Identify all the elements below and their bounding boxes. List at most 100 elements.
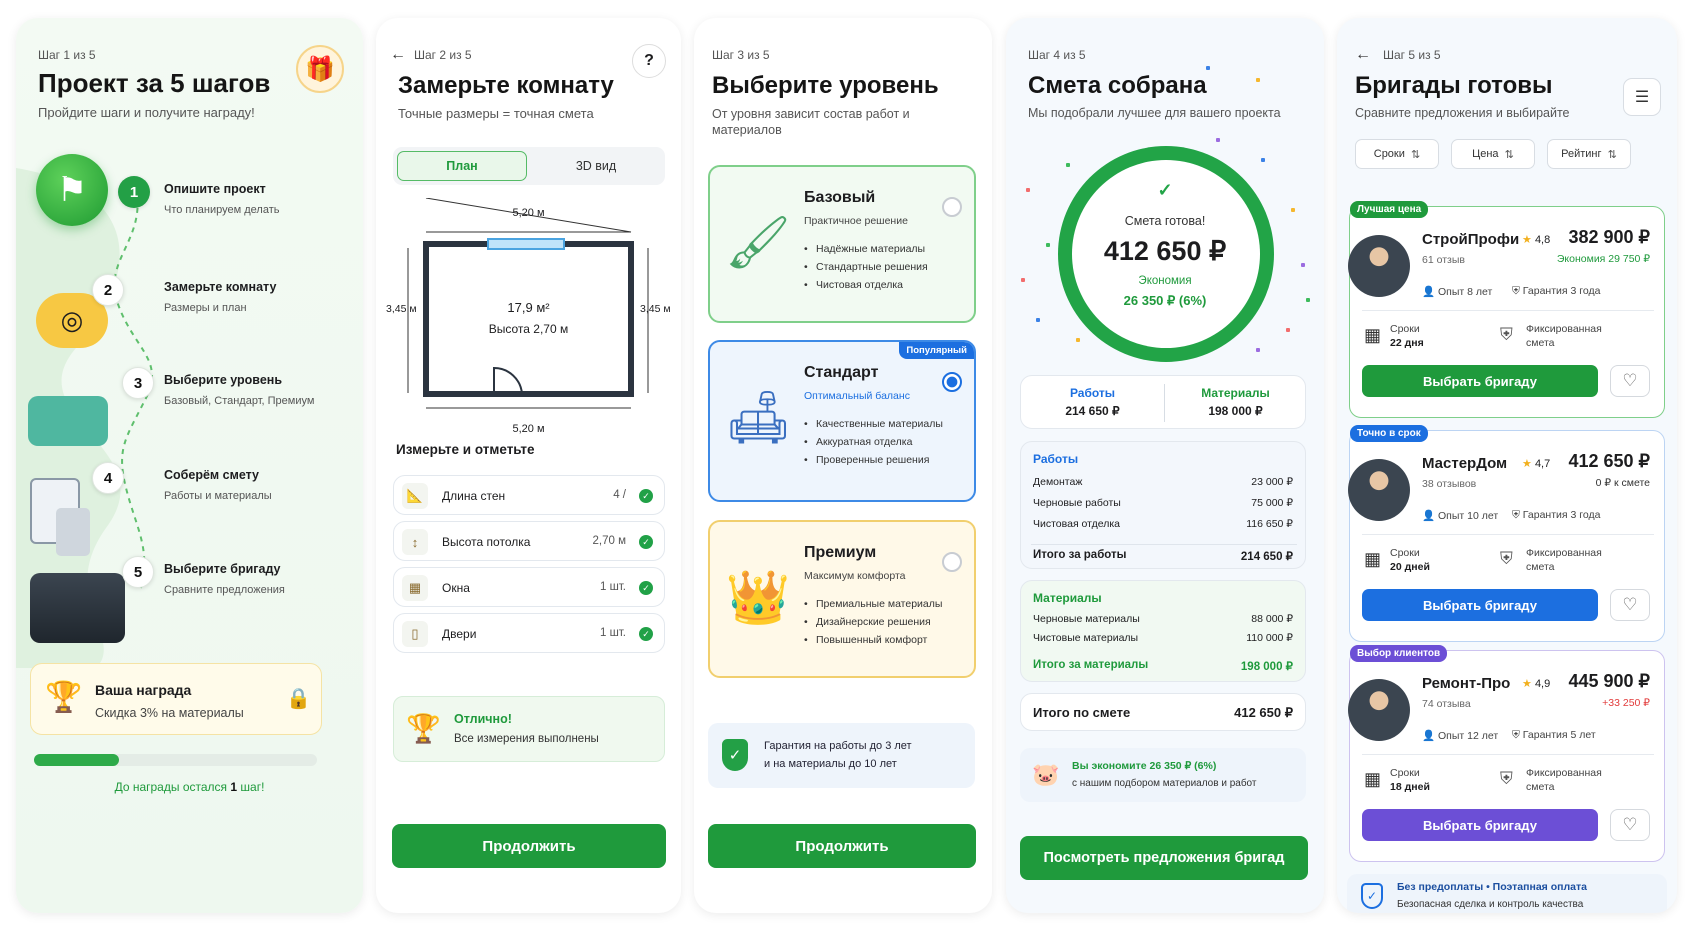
team-avatar bbox=[1348, 235, 1410, 297]
success-card: 🏆 Отлично! Все измерения выполнены bbox=[393, 696, 665, 762]
page-title: Проект за 5 шагов bbox=[38, 68, 271, 98]
tab-3d[interactable]: 3D вид bbox=[531, 151, 661, 181]
level-radio[interactable] bbox=[942, 197, 962, 217]
measure-item[interactable]: ▯ Двери 1 шт. ✓ bbox=[393, 613, 665, 653]
back-arrow-icon[interactable]: ← bbox=[390, 46, 406, 64]
screen-measure-room: ← Шаг 2 из 5 ? Замерьте комнату Точные р… bbox=[376, 18, 681, 913]
confetti-piece bbox=[1261, 158, 1265, 162]
term-value: 22 дня bbox=[1390, 337, 1424, 349]
paint-roller-icon: 🖌 bbox=[724, 213, 791, 272]
tab-plan[interactable]: План bbox=[397, 151, 527, 181]
team-card: Лучшая цена СтройПрофи ★ 4,8 382 900 ₽ Э… bbox=[1348, 201, 1665, 418]
measure-label: Высота потолка bbox=[442, 535, 531, 549]
term-value: 18 дней bbox=[1390, 781, 1430, 793]
step-indicator: Шаг 1 из 5 bbox=[38, 48, 96, 62]
choose-team-button[interactable]: Выбрать бригаду bbox=[1362, 809, 1598, 841]
step-indicator: Шаг 3 из 5 bbox=[712, 48, 770, 62]
works-label: Работы bbox=[1069, 386, 1116, 400]
level-feature: Повышенный комфорт bbox=[804, 634, 942, 646]
level-card[interactable]: 🖌 Базовый Практичное решение Надёжные ма… bbox=[708, 165, 976, 323]
grand-total-label: Итого по смете bbox=[1033, 705, 1131, 720]
star-icon: ★ bbox=[1522, 234, 1532, 246]
calendar-icon: ▦ bbox=[1364, 549, 1382, 569]
term-label: Сроки bbox=[1390, 323, 1420, 335]
guarantee-line2: и на материалы до 10 лет bbox=[764, 758, 897, 770]
filter-icon[interactable]: ☰ bbox=[1623, 78, 1661, 116]
page-subtitle: Сравните предложения и выбирайте bbox=[1355, 106, 1570, 120]
heart-icon[interactable]: ♡ bbox=[1610, 365, 1650, 397]
step-desc: Что планируем делать bbox=[164, 204, 280, 216]
team-name[interactable]: СтройПрофи bbox=[1422, 231, 1519, 248]
step-desc: Сравните предложения bbox=[164, 584, 285, 596]
sort-button[interactable]: Цена ⇅ bbox=[1451, 139, 1535, 169]
heart-icon[interactable]: ♡ bbox=[1610, 589, 1650, 621]
reward-desc: Скидка 3% на материалы bbox=[95, 706, 244, 720]
team-price-note: Экономия 29 750 ₽ bbox=[1556, 253, 1650, 265]
choose-team-button[interactable]: Выбрать бригаду bbox=[1362, 365, 1598, 397]
step-number-badge: 3 bbox=[122, 367, 154, 399]
level-radio[interactable] bbox=[942, 552, 962, 572]
sort-arrows-icon: ⇅ bbox=[1504, 148, 1514, 161]
sort-button[interactable]: Рейтинг ⇅ bbox=[1547, 139, 1631, 169]
level-card[interactable]: Популярный 🛋 Стандарт Оптимальный баланс… bbox=[708, 340, 976, 502]
step-number-badge: 2 bbox=[92, 274, 124, 306]
page-subtitle: Мы подобрали лучшее для вашего проекта bbox=[1028, 106, 1281, 120]
shield-check-icon: ⛨ bbox=[1500, 769, 1513, 788]
lock-icon: 🔒 bbox=[286, 688, 311, 710]
shield-icon: ✓ bbox=[1361, 883, 1383, 909]
help-icon[interactable]: ? bbox=[632, 44, 666, 78]
page-title: Замерьте комнату bbox=[398, 72, 614, 99]
window-icon: ▦ bbox=[402, 575, 428, 601]
level-radio[interactable] bbox=[942, 372, 962, 392]
confetti-piece bbox=[1301, 263, 1305, 267]
team-name[interactable]: Ремонт-Про bbox=[1422, 675, 1510, 692]
gift-icon[interactable]: 🎁 bbox=[296, 45, 344, 93]
team-name[interactable]: МастерДом bbox=[1422, 455, 1507, 472]
level-card[interactable]: 👑 Премиум Максимум комфорта Премиальные … bbox=[708, 520, 976, 678]
level-feature: Аккуратная отделка bbox=[804, 436, 943, 448]
level-feature: Надёжные материалы bbox=[804, 243, 928, 255]
choose-team-button[interactable]: Выбрать бригаду bbox=[1362, 589, 1598, 621]
team-tag: Точно в срок bbox=[1350, 425, 1428, 442]
work-item-value: 23 000 ₽ bbox=[1251, 476, 1293, 488]
work-item-value: 116 650 ₽ bbox=[1246, 518, 1293, 530]
view-offers-button[interactable]: Посмотреть предложения бригад bbox=[1020, 836, 1308, 880]
term-value: 20 дней bbox=[1390, 561, 1430, 573]
heart-icon[interactable]: ♡ bbox=[1610, 809, 1650, 841]
view-tabs: План 3D вид bbox=[393, 147, 665, 185]
confetti-piece bbox=[1066, 163, 1070, 167]
team-warranty: ⛨ Гарантия 3 года bbox=[1512, 285, 1601, 297]
measure-item[interactable]: 📐 Длина стен 4 / ✓ bbox=[393, 475, 665, 515]
work-item-label: Чистовая отделка bbox=[1033, 518, 1121, 530]
star-icon: ★ bbox=[1522, 678, 1532, 690]
sort-button[interactable]: Сроки ⇅ bbox=[1355, 139, 1439, 169]
step-title[interactable]: Выберите уровень bbox=[164, 373, 282, 387]
star-icon: ★ bbox=[1522, 458, 1532, 470]
sort-arrows-icon: ⇅ bbox=[1607, 148, 1617, 161]
team-card: Выбор клиентов Ремонт-Про ★ 4,9 445 900 … bbox=[1348, 645, 1665, 862]
step-title[interactable]: Соберём смету bbox=[164, 468, 259, 482]
measure-item[interactable]: ↕ Высота потолка 2,70 м ✓ bbox=[393, 521, 665, 561]
step-title[interactable]: Опишите проект bbox=[164, 182, 266, 196]
check-icon: ✓ bbox=[639, 489, 653, 503]
plan-width-top: 5,20 м bbox=[512, 207, 545, 219]
continue-button[interactable]: Продолжить bbox=[392, 824, 666, 868]
level-desc: Максимум комфорта bbox=[804, 570, 906, 582]
team-price-note: 0 ₽ к смете bbox=[1595, 477, 1650, 489]
level-name: Стандарт bbox=[804, 364, 879, 381]
confetti-piece bbox=[1216, 138, 1220, 142]
level-feature: Проверенные решения bbox=[804, 454, 943, 466]
continue-button[interactable]: Продолжить bbox=[708, 824, 976, 868]
trophy-icon: 🏆 bbox=[406, 713, 441, 744]
check-icon: ✓ bbox=[639, 627, 653, 641]
materials-total: 198 000 ₽ bbox=[1240, 661, 1293, 673]
step-title[interactable]: Замерьте комнату bbox=[164, 280, 276, 294]
back-arrow-icon[interactable]: ← bbox=[1355, 46, 1371, 64]
confetti-piece bbox=[1256, 348, 1260, 352]
team-rating: ★ 4,8 bbox=[1522, 234, 1551, 246]
trophy-icon: 🏆 bbox=[45, 681, 83, 714]
step-title[interactable]: Выберите бригаду bbox=[164, 562, 280, 576]
works-breakdown: Работы Демонтаж 23 000 ₽ Черновые работы 75… bbox=[1020, 441, 1306, 569]
measure-item[interactable]: ▦ Окна 1 шт. ✓ bbox=[393, 567, 665, 607]
work-item-label: Черновые работы bbox=[1033, 497, 1121, 509]
